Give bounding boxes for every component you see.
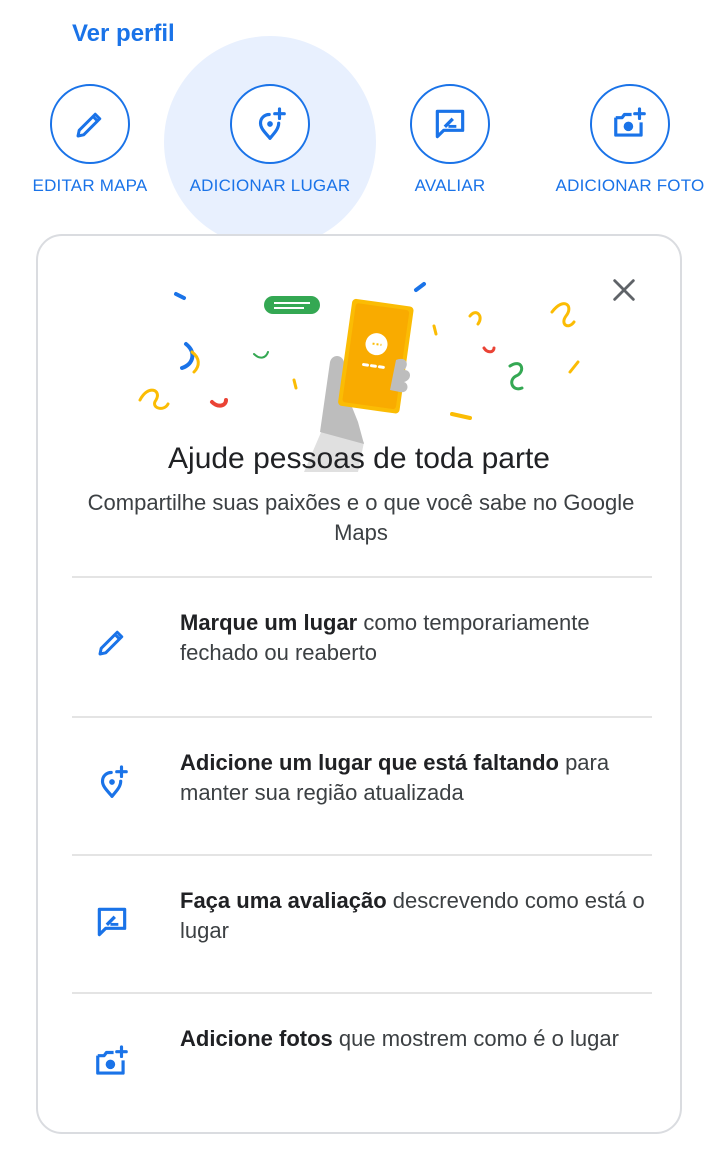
card-title: Ajude pessoas de toda parte [168, 442, 550, 475]
pencil-icon [98, 630, 124, 656]
feature-rest: que mostrem como é o lugar [332, 1026, 619, 1051]
feature-bold: Marque um lugar [180, 610, 358, 635]
add-photo-icon [614, 107, 646, 137]
edit-map-label: EDITAR MAPA [32, 176, 148, 195]
contribute-page: Ver perfil EDITAR MAPA ADICIONAR LUGAR A… [0, 0, 720, 1152]
add-photo-label: ADICIONAR FOTO [555, 176, 705, 195]
feature-text: Marque um lugar como temporariamente fec… [180, 608, 660, 668]
feature-bold: Adicione um lugar que está faltando [180, 750, 559, 775]
feature-mark-place[interactable]: Marque um lugar como temporariamente fec… [38, 578, 684, 698]
feature-icon-wrap [88, 618, 136, 666]
review-circle [410, 84, 490, 164]
contribute-card: Ajude pessoas de toda parte Compartilhe … [36, 234, 682, 1134]
review-button[interactable]: AVALIAR [360, 84, 540, 214]
feature-icon-wrap [88, 1038, 136, 1086]
feature-bold: Adicione fotos [180, 1026, 333, 1051]
add-place-icon [100, 765, 128, 798]
feature-text: Faça uma avaliação descrevendo como está… [180, 886, 660, 946]
feature-write-review[interactable]: Faça uma avaliação descrevendo como está… [38, 856, 684, 976]
feature-text: Adicione fotos que mostrem como é o luga… [180, 1024, 660, 1054]
close-button[interactable] [606, 272, 642, 308]
close-icon [613, 279, 635, 301]
review-label: AVALIAR [414, 176, 486, 195]
feature-add-place[interactable]: Adicione um lugar que está faltando para… [38, 718, 684, 838]
review-icon [435, 109, 465, 139]
quick-actions-row: EDITAR MAPA ADICIONAR LUGAR AVALIAR ADIC… [0, 84, 720, 234]
review-icon [97, 907, 127, 937]
add-place-icon [258, 107, 286, 140]
feature-text: Adicione um lugar que está faltando para… [180, 748, 660, 808]
feature-add-photos[interactable]: Adicione fotos que mostrem como é o luga… [38, 994, 684, 1114]
pencil-icon [76, 112, 102, 138]
add-photo-button[interactable]: ADICIONAR FOTO [540, 84, 720, 214]
edit-map-button[interactable]: EDITAR MAPA [0, 84, 180, 214]
feature-icon-wrap [88, 758, 136, 806]
view-profile-link[interactable]: Ver perfil [72, 20, 175, 48]
add-place-label: ADICIONAR LUGAR [189, 176, 351, 195]
feature-icon-wrap [88, 898, 136, 946]
add-photo-circle [590, 84, 670, 164]
add-place-button[interactable]: ADICIONAR LUGAR [180, 84, 360, 214]
feature-bold: Faça uma avaliação [180, 888, 387, 913]
edit-map-circle [50, 84, 130, 164]
add-photo-icon [96, 1045, 128, 1075]
card-subtitle: Compartilhe suas paixões e o que você sa… [87, 490, 635, 545]
add-place-circle [230, 84, 310, 164]
